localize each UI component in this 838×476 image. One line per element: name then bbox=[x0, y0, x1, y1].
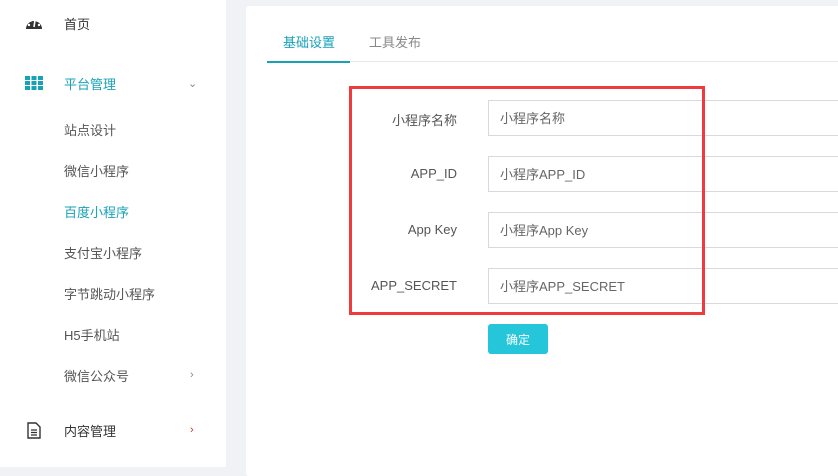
app-id-input[interactable] bbox=[488, 156, 838, 192]
sidebar-item-label: 微信公众号 bbox=[64, 368, 130, 384]
sidebar-item-label: H5手机站 bbox=[64, 327, 120, 343]
field-label: APP_ID bbox=[410, 166, 457, 181]
sidebar: 首页 平台管理 ⌄ 站点设计 微信小程序 百度小程序 支付宝小程序 字节跳动小程… bbox=[0, 0, 226, 467]
sidebar-subitem-wechat-mini[interactable]: 微信小程序 bbox=[0, 155, 226, 185]
sidebar-item-platform[interactable]: 平台管理 ⌄ bbox=[0, 68, 226, 98]
chevron-right-icon: › bbox=[190, 369, 194, 381]
tab-tool-publish[interactable]: 工具发布 bbox=[369, 32, 421, 51]
sidebar-item-label: 支付宝小程序 bbox=[64, 245, 143, 261]
sidebar-subitem-site-design[interactable]: 站点设计 bbox=[0, 114, 226, 144]
form-row-name: 小程序名称 bbox=[246, 100, 838, 136]
form-row-app-id: APP_ID bbox=[246, 156, 838, 192]
sidebar-subitem-alipay-mini[interactable]: 支付宝小程序 bbox=[0, 237, 226, 267]
chevron-right-icon: › bbox=[190, 424, 194, 436]
sidebar-item-label: 内容管理 bbox=[64, 423, 117, 439]
sidebar-item-label: 字节跳动小程序 bbox=[64, 286, 156, 302]
form-row-app-secret: APP_SECRET bbox=[246, 268, 838, 304]
sidebar-item-content[interactable]: 内容管理 › bbox=[0, 415, 226, 445]
sidebar-subitem-bytedance-mini[interactable]: 字节跳动小程序 bbox=[0, 278, 226, 308]
document-icon bbox=[25, 421, 43, 439]
sidebar-item-label: 平台管理 bbox=[64, 76, 117, 92]
sidebar-item-label: 站点设计 bbox=[64, 122, 117, 138]
form-row-app-key: App Key bbox=[246, 212, 838, 248]
tab-bar: 基础设置 工具发布 bbox=[267, 28, 838, 63]
app-key-input[interactable] bbox=[488, 212, 838, 248]
app-secret-input[interactable] bbox=[488, 268, 838, 304]
settings-panel: 基础设置 工具发布 小程序名称 APP_ID App Key APP_SECRE… bbox=[246, 6, 838, 476]
sidebar-subitem-baidu-mini[interactable]: 百度小程序 bbox=[0, 196, 226, 226]
sidebar-item-label: 微信小程序 bbox=[64, 163, 130, 179]
confirm-button[interactable]: 确定 bbox=[488, 324, 548, 354]
field-label: App Key bbox=[407, 222, 457, 237]
field-label: APP_SECRET bbox=[371, 278, 457, 293]
chevron-down-icon: ⌄ bbox=[188, 77, 198, 90]
mini-program-name-input[interactable] bbox=[488, 100, 838, 136]
field-label: 小程序名称 bbox=[391, 113, 457, 128]
active-tab-indicator bbox=[267, 61, 350, 63]
sidebar-item-label: 首页 bbox=[64, 16, 91, 32]
tab-basic-settings[interactable]: 基础设置 bbox=[283, 32, 335, 51]
dashboard-icon bbox=[25, 14, 43, 32]
sidebar-item-label: 百度小程序 bbox=[64, 204, 130, 220]
grid-icon bbox=[25, 74, 43, 92]
sidebar-subitem-wechat-official[interactable]: 微信公众号 › bbox=[0, 360, 226, 390]
sidebar-item-home[interactable]: 首页 bbox=[0, 8, 226, 38]
sidebar-subitem-h5[interactable]: H5手机站 bbox=[0, 319, 226, 349]
